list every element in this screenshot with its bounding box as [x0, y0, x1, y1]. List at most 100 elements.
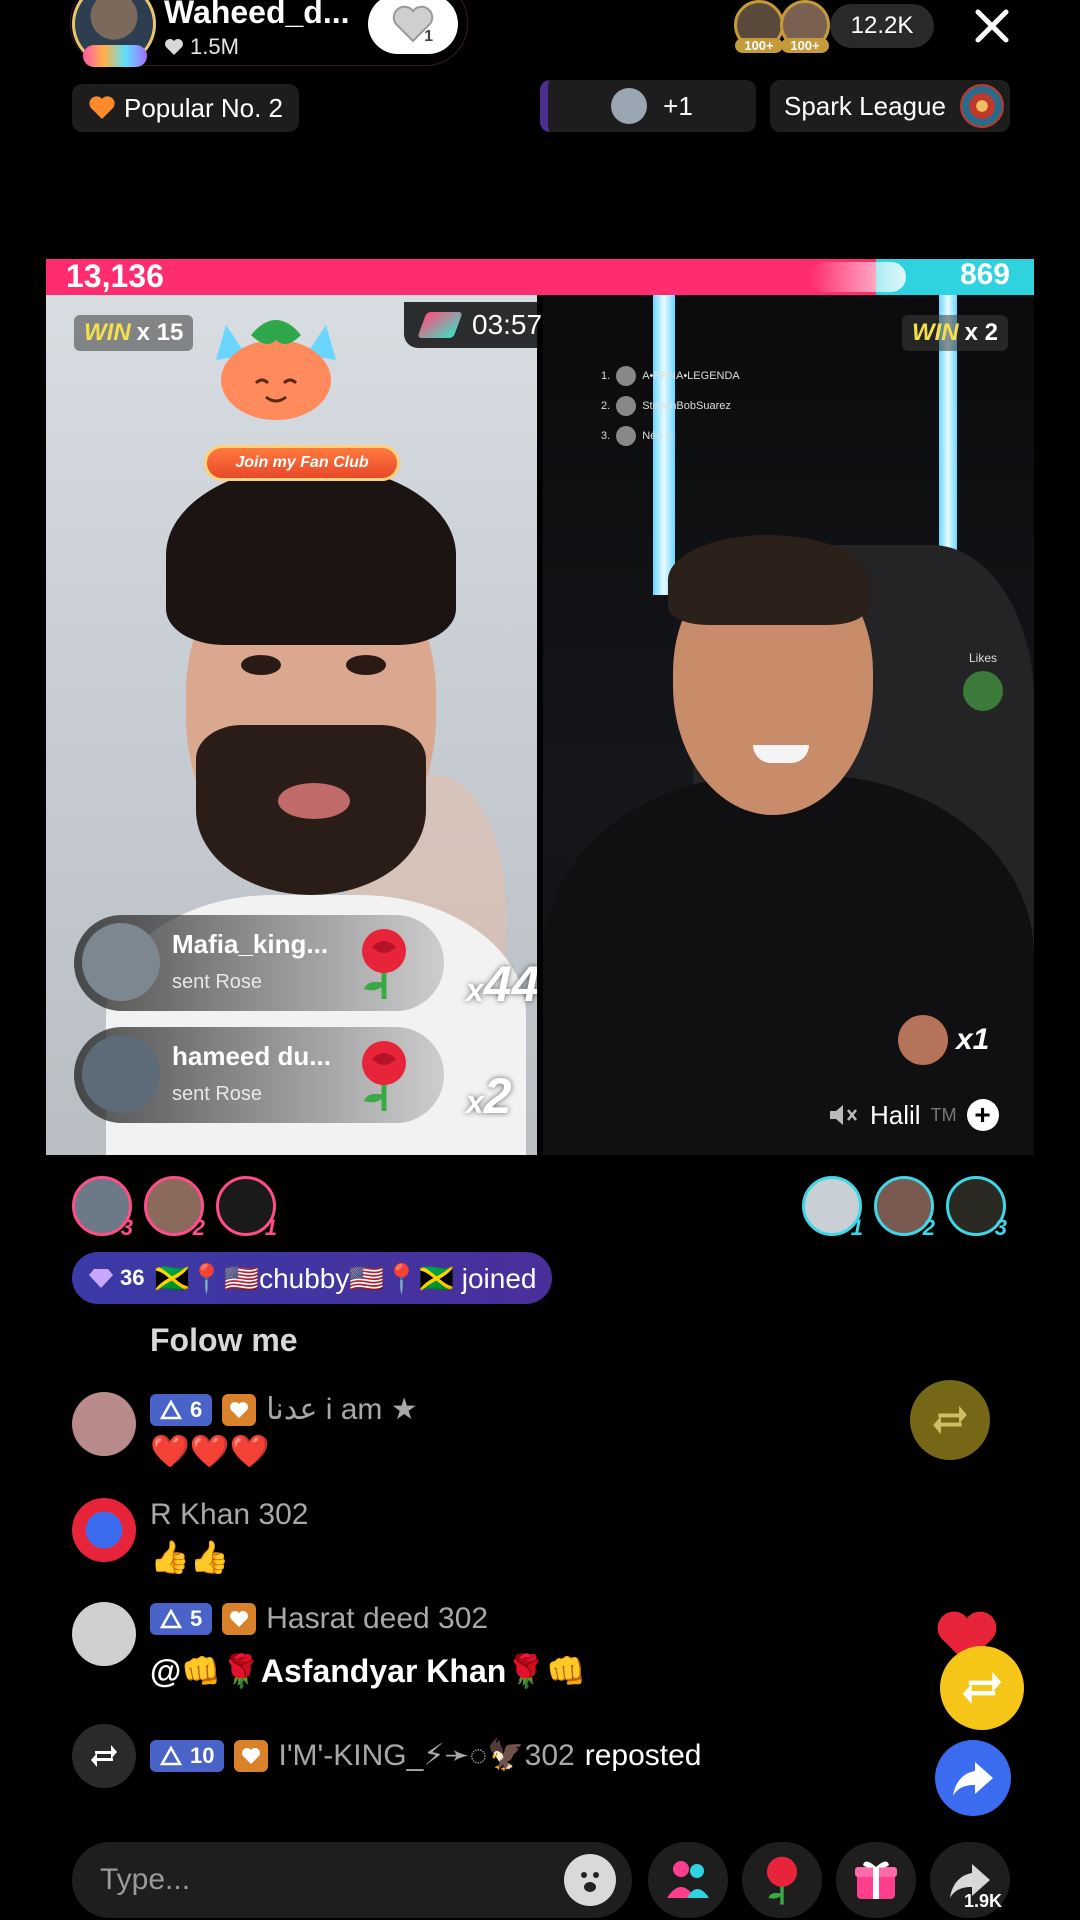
repost-icon — [933, 1405, 967, 1435]
close-icon — [975, 9, 1009, 43]
level-badge: 10 — [150, 1739, 225, 1772]
right-win-streak: WIN x 2 — [901, 315, 1008, 351]
multi-guest-button[interactable] — [648, 1842, 728, 1918]
right-host-label[interactable]: Halil TM + — [828, 1095, 999, 1135]
orange-heart-icon — [89, 96, 115, 119]
league-badge-icon — [960, 84, 1004, 128]
viewer-count[interactable]: 12.2K — [830, 4, 934, 48]
win-multiplier: x 15 — [136, 319, 184, 346]
repost-button[interactable] — [940, 1646, 1024, 1730]
gifter-name: Mafia_king... — [172, 929, 329, 959]
ranking-row: 2. StevenBobSuarez — [601, 391, 740, 421]
ranking-row: 3. Néo C — [601, 421, 740, 451]
right-supporter-avatar[interactable]: 2 — [874, 1176, 935, 1240]
repost-icon — [962, 1671, 1002, 1705]
spark-league-pill[interactable]: Spark League — [770, 80, 1010, 132]
comment-input[interactable]: Type... — [72, 1842, 632, 1918]
emoji-button[interactable] — [564, 1854, 616, 1906]
share-floating-button[interactable] — [935, 1740, 1011, 1816]
gift-multiplier: x44 — [466, 956, 537, 1012]
chat-username[interactable]: I'M'-KING_⚡➛◌🦅302 — [278, 1738, 574, 1773]
joined-banner: 36 🇯🇲📍🇺🇸chubby🇺🇸📍🇯🇲 joined — [72, 1252, 553, 1304]
chat-avatar[interactable] — [72, 1392, 136, 1456]
chat-avatar[interactable] — [72, 1498, 136, 1562]
score-right: 869 — [959, 258, 1010, 291]
eye-shape — [346, 655, 386, 675]
left-win-streak: WIN x 15 — [74, 315, 194, 351]
right-host-suffix: TM — [930, 1104, 957, 1125]
win-multiplier: x 2 — [964, 319, 998, 346]
host-likes-count: 1.5M — [190, 34, 239, 59]
repost-icon — [91, 1745, 117, 1767]
level-triangle-icon — [160, 1609, 182, 1629]
score-bar-flame — [810, 262, 906, 292]
viewer-badge: 100+ — [735, 38, 783, 53]
join-fan-club-button[interactable]: Join my Fan Club — [204, 445, 400, 481]
chat-text: reposted — [584, 1738, 702, 1772]
hair-shape — [166, 465, 456, 645]
fan-badge — [234, 1739, 269, 1772]
host-name[interactable]: Waheed_d... — [164, 0, 350, 31]
heart-icon — [165, 39, 183, 55]
close-button[interactable] — [970, 4, 1014, 48]
left-host-video[interactable]: WIN x 15 Join my Fan Club Mafia_king... … — [46, 295, 537, 1155]
level-badge: 6 — [150, 1393, 213, 1426]
rose-gift-icon — [362, 929, 406, 999]
left-supporter-avatar[interactable]: 3 — [72, 1176, 133, 1240]
timer-value: 03:57 — [472, 309, 543, 340]
fan-heart-icon — [242, 1747, 261, 1764]
likes-widget: Likes — [963, 651, 1003, 711]
popular-rank-pill[interactable]: Popular No. 2 — [72, 84, 299, 132]
level-badge: 5 — [150, 1603, 213, 1635]
eye-shape — [241, 655, 281, 675]
share-button[interactable]: 1.9K — [930, 1842, 1010, 1918]
gift-toast[interactable]: Mafia_king... sent Rose — [74, 915, 444, 1011]
chat-avatar[interactable] — [72, 1602, 136, 1666]
share-arrow-icon — [953, 1762, 993, 1796]
host-likes: 1.5M — [164, 34, 239, 60]
guest-pill[interactable]: +1 — [540, 80, 756, 132]
likes-widget-icon — [963, 671, 1003, 711]
stream-ranking-overlay: 1. A•PENA•LEGENDA 2. StevenBobSuarez 3. Néo… — [601, 361, 740, 451]
host-avatar[interactable] — [72, 0, 156, 67]
gifter-avatar — [82, 1035, 160, 1113]
gifter-avatar — [898, 1015, 948, 1065]
chat-username[interactable]: عدنا i am ★ — [266, 1392, 417, 1427]
gift-button[interactable] — [836, 1842, 916, 1918]
right-host-video[interactable]: WIN x 2 1. A•PENA•LEGENDA 2. StevenBobSuar… — [543, 295, 1034, 1155]
emoji-face-icon — [581, 1872, 599, 1892]
right-supporter-avatar[interactable]: 1 — [802, 1176, 863, 1240]
mouth-shape — [278, 783, 350, 819]
top-viewer-avatar-1[interactable]: 100+ — [734, 0, 784, 53]
chat-username[interactable]: Hasrat deed 302 — [266, 1602, 488, 1636]
fan-club-mascot-icon[interactable] — [196, 305, 356, 425]
joined-level-badge: 36 — [88, 1265, 144, 1291]
repost-avatar — [72, 1724, 136, 1788]
league-label: Spark League — [784, 90, 946, 121]
gift-toast[interactable]: hameed du... sent Rose — [74, 1027, 444, 1123]
gift-multiplier: x2 — [466, 1068, 512, 1124]
win-word: WIN — [911, 319, 959, 346]
chat-username[interactable]: R Khan 302 — [150, 1498, 308, 1532]
avatar-frame-decoration — [83, 45, 147, 67]
gift-action: sent Rose — [172, 1083, 263, 1105]
left-supporter-avatar[interactable]: 1 — [216, 1176, 277, 1240]
left-supporter-avatar[interactable]: 2 — [144, 1176, 205, 1240]
people-icon — [667, 1861, 709, 1898]
right-gift-badge: x1 — [898, 1015, 989, 1065]
rose-gift-icon — [362, 1041, 406, 1111]
level-triangle-icon — [160, 1745, 182, 1765]
top-viewer-avatar-2[interactable]: 100+ — [780, 0, 830, 53]
rose-gift-button[interactable] — [742, 1842, 822, 1918]
follow-plus-icon[interactable]: + — [966, 1099, 999, 1131]
chat-text: Folow me — [150, 1322, 298, 1358]
repost-floating-button[interactable] — [910, 1380, 990, 1460]
rose-gift-icon — [766, 1856, 798, 1905]
fan-heart-icon — [230, 1401, 249, 1418]
fan-badge — [222, 1393, 257, 1426]
diamond-icon — [89, 1269, 113, 1288]
follow-button[interactable]: 1 — [368, 0, 458, 54]
chat-text: 👍👍 — [150, 1539, 230, 1575]
right-supporter-avatar[interactable]: 3 — [946, 1176, 1007, 1240]
viewer-badge: 100+ — [781, 38, 829, 53]
